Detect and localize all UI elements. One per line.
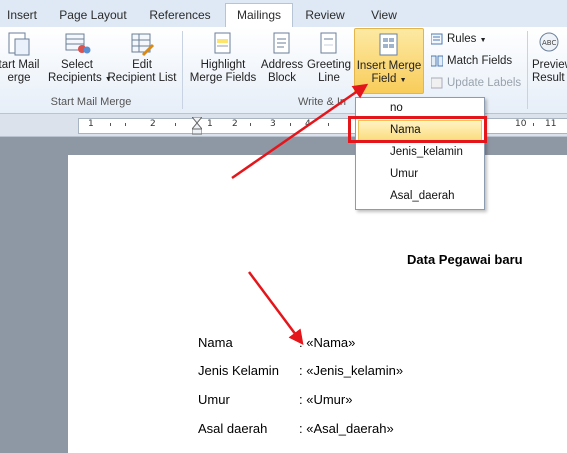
write-insert-group-label: Write & In bbox=[297, 96, 347, 108]
tab-references[interactable]: References bbox=[145, 4, 215, 26]
insert-merge-field-icon bbox=[379, 33, 398, 56]
dropdown-item-jenis-kelamin[interactable]: Jenis_kelamin bbox=[390, 146, 463, 158]
highlight-merge-fields-button[interactable]: Highlight Merge Fields bbox=[188, 31, 258, 85]
tab-review[interactable]: Review bbox=[300, 4, 350, 26]
ruler-number: 10 bbox=[515, 119, 527, 129]
ruler-tick bbox=[328, 123, 329, 126]
ribbon-tabs-bar: Insert Page Layout References Mailings R… bbox=[0, 0, 567, 28]
preview-results-icon: ABC bbox=[539, 32, 559, 52]
merge-field-umur[interactable]: : «Umur» bbox=[299, 392, 352, 407]
rules-icon bbox=[431, 33, 443, 45]
edit-list-icon bbox=[131, 33, 155, 57]
start-mail-merge-group-label: Start Mail Merge bbox=[50, 96, 132, 108]
edit-recipient-list-button[interactable]: Edit Recipient List bbox=[106, 31, 178, 85]
start-mail-merge-button[interactable]: tart Mail erge bbox=[0, 31, 40, 85]
ruler-number: 1 bbox=[207, 119, 213, 129]
start-mail-merge-icon bbox=[8, 32, 30, 56]
dropdown-item-no[interactable]: no bbox=[390, 102, 403, 114]
dropdown-item-umur[interactable]: Umur bbox=[390, 168, 418, 180]
greeting-line-button[interactable]: Greeting Line bbox=[306, 31, 352, 85]
merge-field-nama[interactable]: : «Nama» bbox=[299, 335, 355, 350]
ruler-tick bbox=[250, 123, 251, 126]
insert-merge-field-button[interactable]: Insert Merge Field ▼ bbox=[354, 28, 424, 94]
field-label-nama: Nama bbox=[198, 335, 233, 350]
ruler-number: 1 bbox=[88, 119, 94, 129]
ruler-tick bbox=[175, 123, 176, 126]
update-labels-icon bbox=[431, 77, 443, 89]
group-divider bbox=[182, 31, 183, 109]
indent-marker-icon[interactable] bbox=[192, 117, 202, 135]
ruler-number: 2 bbox=[232, 119, 238, 129]
update-labels-button[interactable]: Update Labels bbox=[431, 77, 521, 89]
group-divider bbox=[527, 31, 528, 109]
preview-results-button[interactable]: ABC Preview Result bbox=[532, 31, 567, 85]
ruler-tick bbox=[125, 123, 126, 126]
tab-page-layout[interactable]: Page Layout bbox=[55, 4, 131, 26]
tab-view[interactable]: View bbox=[362, 4, 406, 26]
field-label-asal-daerah: Asal daerah bbox=[198, 421, 268, 436]
merge-field-jenis-kelamin[interactable]: : «Jenis_kelamin» bbox=[299, 363, 403, 378]
ruler-tick bbox=[533, 123, 534, 126]
ruler-tick bbox=[110, 123, 111, 126]
ruler-tick bbox=[290, 123, 291, 126]
ruler-number: 11 bbox=[545, 119, 557, 129]
address-block-icon bbox=[273, 32, 290, 54]
recipients-icon bbox=[65, 33, 91, 54]
ruler-number: 2 bbox=[150, 119, 156, 129]
field-label-umur: Umur bbox=[198, 392, 230, 407]
match-fields-button[interactable]: Match Fields bbox=[431, 55, 512, 67]
tab-insert[interactable]: Insert bbox=[2, 4, 42, 26]
document-page[interactable] bbox=[68, 155, 567, 453]
greeting-line-icon bbox=[320, 32, 337, 54]
document-title: Data Pegawai baru bbox=[407, 252, 523, 267]
dropdown-arrow-icon: ▼ bbox=[399, 77, 407, 84]
tab-mailings[interactable]: Mailings bbox=[225, 3, 293, 28]
merge-field-asal-daerah[interactable]: : «Asal_daerah» bbox=[299, 421, 394, 436]
annotation-highlight-box bbox=[348, 116, 487, 143]
address-block-button[interactable]: Address Block bbox=[258, 31, 306, 85]
highlight-icon bbox=[214, 32, 231, 54]
rules-button[interactable]: Rules ▼ bbox=[431, 33, 487, 45]
svg-text:ABC: ABC bbox=[542, 39, 556, 47]
merge-field-dropdown: no Nama Jenis_kelamin Umur Asal_daerah bbox=[355, 97, 485, 210]
ruler-number: 3 bbox=[270, 119, 276, 129]
match-fields-icon bbox=[431, 55, 443, 67]
field-label-jenis-kelamin: Jenis Kelamin bbox=[198, 363, 279, 378]
dropdown-item-asal-daerah[interactable]: Asal_daerah bbox=[390, 190, 455, 202]
dropdown-arrow-icon: ▼ bbox=[479, 37, 487, 45]
select-recipients-button[interactable]: Select Recipients ▼ bbox=[48, 31, 112, 86]
ruler-number: 4 bbox=[305, 119, 311, 129]
